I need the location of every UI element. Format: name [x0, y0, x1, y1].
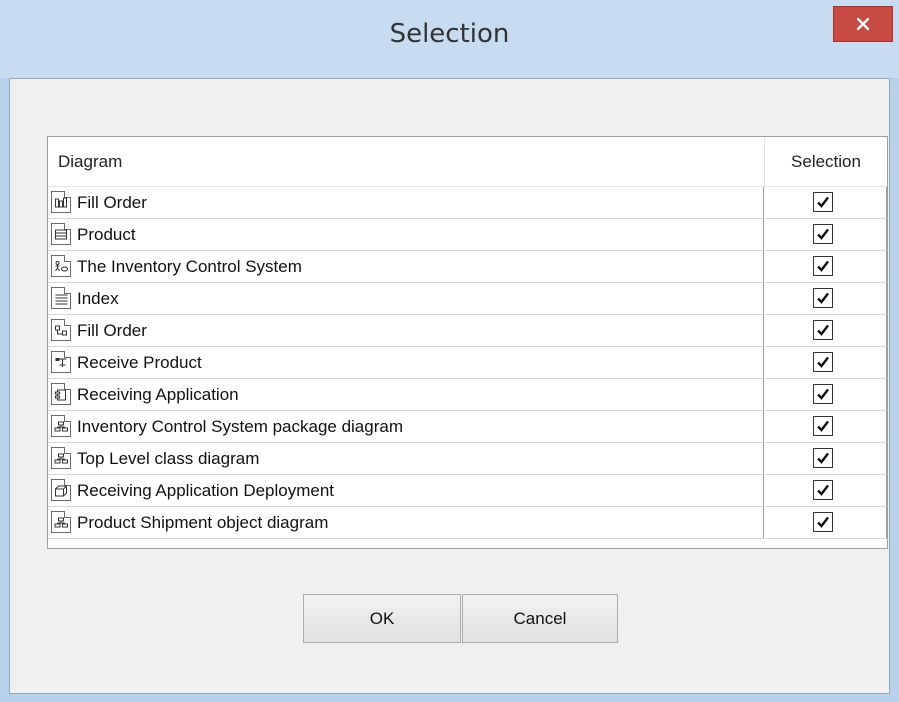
diagram-name-cell[interactable]: Receiving Application Deployment: [48, 475, 764, 506]
selection-checkbox[interactable]: [813, 480, 833, 500]
selection-cell: [764, 411, 887, 442]
diagram-name: Receive Product: [77, 353, 202, 372]
diagram-name-cell[interactable]: Fill Order: [48, 315, 764, 346]
selection-cell: [764, 507, 887, 538]
checkmark-icon: [817, 388, 829, 400]
selection-cell: [764, 315, 887, 346]
checkmark-icon: [817, 516, 829, 528]
table-row[interactable]: The Inventory Control System: [48, 251, 887, 283]
selection-dialog: Selection Diagram Selection Fill Order Pr…: [0, 0, 899, 702]
selection-checkbox[interactable]: [813, 352, 833, 372]
table-row[interactable]: Index: [48, 283, 887, 315]
checkmark-icon: [817, 324, 829, 336]
selection-cell: [764, 347, 887, 378]
use-case-diagram-icon: [51, 255, 71, 277]
state-diagram-icon: [51, 351, 71, 373]
selection-cell: [764, 443, 887, 474]
diagram-name-cell[interactable]: Receiving Application: [48, 379, 764, 410]
column-header-diagram[interactable]: Diagram: [58, 137, 122, 186]
selection-cell: [764, 379, 887, 410]
table-row[interactable]: Receive Product: [48, 347, 887, 379]
package-diagram-icon: [51, 447, 71, 469]
table-header: Diagram Selection: [48, 137, 887, 187]
dialog-title: Selection: [389, 19, 510, 49]
activity-diagram-icon: [51, 191, 71, 213]
checkmark-icon: [817, 260, 829, 272]
component-diagram-icon: [51, 383, 71, 405]
table-row[interactable]: Product Shipment object diagram: [48, 507, 887, 539]
selection-checkbox[interactable]: [813, 256, 833, 276]
table-row[interactable]: Receiving Application Deployment: [48, 475, 887, 507]
dialog-body: Diagram Selection Fill Order Product The I…: [9, 78, 890, 694]
selection-checkbox[interactable]: [813, 448, 833, 468]
diagram-name: Fill Order: [77, 193, 147, 212]
deployment-diagram-icon: [51, 479, 71, 501]
checkmark-icon: [817, 420, 829, 432]
diagram-name: Top Level class diagram: [77, 449, 260, 468]
package-diagram-icon: [51, 415, 71, 437]
table-body: Fill Order Product The Inventory Control S…: [48, 187, 887, 539]
table-row[interactable]: Fill Order: [48, 315, 887, 347]
diagram-name: Receiving Application Deployment: [77, 481, 335, 500]
list-document-icon: [51, 287, 71, 309]
cancel-button[interactable]: Cancel: [462, 594, 618, 643]
diagram-name-cell[interactable]: The Inventory Control System: [48, 251, 764, 282]
diagram-name-cell[interactable]: Product Shipment object diagram: [48, 507, 764, 538]
diagram-selection-table: Diagram Selection Fill Order Product The I…: [47, 136, 888, 549]
diagram-name: Receiving Application: [77, 385, 239, 404]
diagram-name-cell[interactable]: Fill Order: [48, 187, 764, 218]
checkmark-icon: [817, 196, 829, 208]
table-row[interactable]: Fill Order: [48, 187, 887, 219]
selection-cell: [764, 187, 887, 218]
selection-checkbox[interactable]: [813, 512, 833, 532]
selection-checkbox[interactable]: [813, 320, 833, 340]
diagram-name: Product: [77, 225, 136, 244]
checkmark-icon: [817, 356, 829, 368]
diagram-name-cell[interactable]: Receive Product: [48, 347, 764, 378]
class-diagram-icon: [51, 223, 71, 245]
diagram-name: Index: [77, 289, 119, 308]
diagram-name-cell[interactable]: Inventory Control System package diagram: [48, 411, 764, 442]
checkmark-icon: [817, 484, 829, 496]
selection-cell: [764, 251, 887, 282]
table-row[interactable]: Receiving Application: [48, 379, 887, 411]
checkmark-icon: [817, 228, 829, 240]
package-diagram-icon: [51, 511, 71, 533]
selection-cell: [764, 475, 887, 506]
title-bar[interactable]: Selection: [0, 0, 899, 78]
checkmark-icon: [817, 452, 829, 464]
table-row[interactable]: Top Level class diagram: [48, 443, 887, 475]
diagram-name: Fill Order: [77, 321, 147, 340]
sequence-diagram-icon: [51, 319, 71, 341]
table-row[interactable]: Inventory Control System package diagram: [48, 411, 887, 443]
selection-checkbox[interactable]: [813, 384, 833, 404]
column-header-selection[interactable]: Selection: [764, 137, 887, 186]
selection-cell: [764, 219, 887, 250]
close-button[interactable]: [833, 6, 893, 42]
ok-button[interactable]: OK: [303, 594, 461, 643]
table-row[interactable]: Product: [48, 219, 887, 251]
selection-checkbox[interactable]: [813, 224, 833, 244]
diagram-name-cell[interactable]: Product: [48, 219, 764, 250]
diagram-name: Inventory Control System package diagram: [77, 417, 403, 436]
close-icon: [856, 17, 870, 31]
selection-cell: [764, 283, 887, 314]
diagram-name-cell[interactable]: Top Level class diagram: [48, 443, 764, 474]
selection-checkbox[interactable]: [813, 416, 833, 436]
selection-checkbox[interactable]: [813, 288, 833, 308]
checkmark-icon: [817, 292, 829, 304]
diagram-name: Product Shipment object diagram: [77, 513, 329, 532]
selection-checkbox[interactable]: [813, 192, 833, 212]
diagram-name: The Inventory Control System: [77, 257, 302, 276]
diagram-name-cell[interactable]: Index: [48, 283, 764, 314]
